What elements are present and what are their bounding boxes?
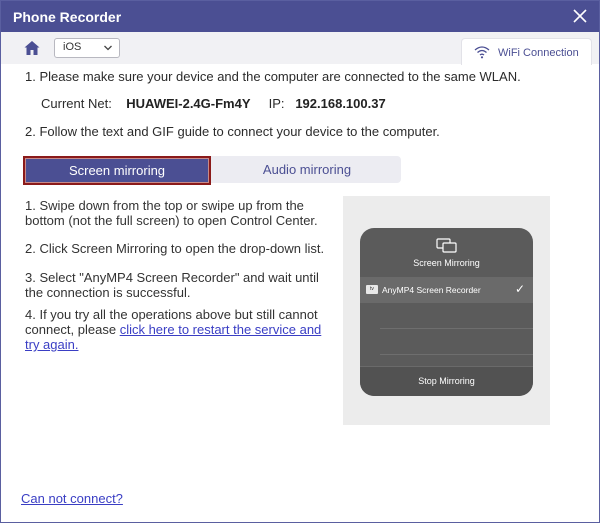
tab-screen-mirroring[interactable]: Screen mirroring bbox=[23, 156, 211, 185]
screen-mirroring-icon bbox=[436, 238, 457, 253]
home-icon[interactable] bbox=[23, 39, 41, 57]
tab-audio-mirroring[interactable]: Audio mirroring bbox=[213, 156, 401, 183]
current-net-value: HUAWEI-2.4G-Fm4Y bbox=[126, 96, 251, 111]
device-row: tv AnyMP4 Screen Recorder ✓ bbox=[360, 277, 533, 303]
device-name: AnyMP4 Screen Recorder bbox=[382, 285, 481, 295]
os-dropdown-value: iOS bbox=[63, 41, 82, 53]
ip-label: IP: bbox=[268, 96, 285, 111]
title-bar: Phone Recorder bbox=[1, 1, 599, 32]
close-icon[interactable] bbox=[569, 5, 591, 27]
stop-mirroring-label: Stop Mirroring bbox=[418, 376, 475, 386]
instruction-4: 4. If you try all the operations above b… bbox=[25, 307, 325, 352]
phone-recorder-window: Phone Recorder iOS WiFi Connection 1. Pl… bbox=[0, 0, 600, 523]
apple-tv-icon: tv bbox=[366, 285, 378, 294]
step-2-text: 2. Follow the text and GIF guide to conn… bbox=[25, 124, 440, 139]
divider bbox=[380, 328, 533, 329]
step-1-text: 1. Please make sure your device and the … bbox=[25, 69, 521, 84]
guide-preview: Screen Mirroring tv AnyMP4 Screen Record… bbox=[343, 196, 550, 425]
control-center-card: Screen Mirroring tv AnyMP4 Screen Record… bbox=[360, 228, 533, 396]
wifi-icon bbox=[474, 46, 490, 59]
tab-wifi-connection[interactable]: WiFi Connection bbox=[461, 38, 592, 65]
mirroring-tabs: Screen mirroring Audio mirroring bbox=[23, 156, 401, 185]
divider bbox=[380, 354, 533, 355]
window-title: Phone Recorder bbox=[13, 9, 122, 25]
check-icon: ✓ bbox=[514, 282, 525, 296]
instruction-1: 1. Swipe down from the top or swipe up f… bbox=[25, 198, 318, 228]
instruction-2: 2. Click Screen Mirroring to open the dr… bbox=[25, 241, 325, 256]
instruction-3: 3. Select "AnyMP4 Screen Recorder" and w… bbox=[25, 270, 319, 300]
os-dropdown[interactable]: iOS bbox=[54, 38, 120, 58]
current-net-label: Current Net: bbox=[41, 96, 112, 111]
toolbar: iOS WiFi Connection bbox=[1, 32, 599, 65]
network-info: Current Net: HUAWEI-2.4G-Fm4Y IP: 192.16… bbox=[41, 96, 386, 111]
screen-mirroring-title: Screen Mirroring bbox=[413, 258, 480, 268]
cannot-connect-link[interactable]: Can not connect? bbox=[21, 491, 123, 506]
chevron-down-icon bbox=[104, 45, 112, 51]
stop-mirroring-area: Stop Mirroring bbox=[360, 366, 533, 396]
tab-wifi-connection-label: WiFi Connection bbox=[498, 47, 579, 59]
ip-value: 192.168.100.37 bbox=[295, 96, 386, 111]
